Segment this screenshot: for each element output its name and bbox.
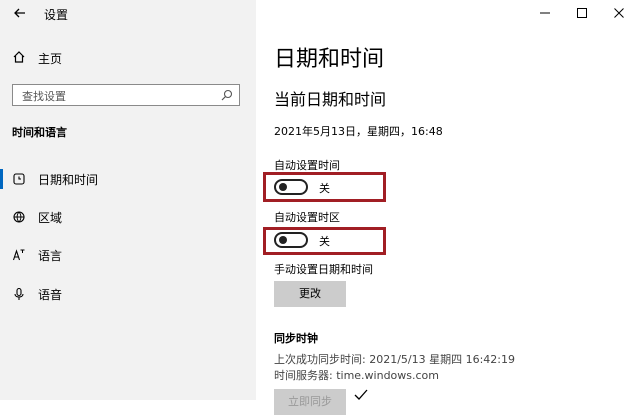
change-button[interactable]: 更改 [274,281,346,307]
back-button[interactable] [11,4,29,22]
sidebar-item-region[interactable]: 区域 [0,204,256,230]
page-title: 日期和时间 [274,47,385,72]
auto-timezone-toggle[interactable] [274,232,308,248]
maximize-icon[interactable] [574,5,590,21]
active-indicator [0,169,3,189]
auto-timezone-toggle-row: 关 [274,230,384,250]
sidebar-item-label: 语言 [38,249,63,263]
search-placeholder: 查找设置 [22,90,66,103]
sidebar-item-language[interactable]: 语言 [0,242,256,268]
last-sync-text: 上次成功同步时间: 2021/5/13 星期四 16:42:19 [274,353,516,366]
auto-time-toggle[interactable] [274,179,308,195]
sidebar-section-title: 时间和语言 [12,126,67,139]
clock-icon [13,173,25,185]
auto-time-toggle-row: 关 [274,177,384,197]
sidebar-item-label: 日期和时间 [38,173,99,187]
toggle-knob [279,236,287,244]
auto-timezone-state: 关 [319,235,330,248]
minimize-icon[interactable] [537,5,553,21]
microphone-icon [14,287,24,300]
search-input[interactable]: 查找设置 [12,84,240,106]
sidebar-item-label: 语音 [38,288,63,302]
sidebar-item-speech[interactable]: 语音 [0,281,256,307]
auto-time-state: 关 [319,182,330,195]
auto-timezone-label: 自动设置时区 [274,211,340,224]
sidebar-item-date-time[interactable]: 日期和时间 [0,166,256,192]
auto-time-label: 自动设置时间 [274,159,340,172]
section-title: 当前日期和时间 [274,90,387,109]
search-icon[interactable] [221,89,233,101]
sync-now-button[interactable]: 立即同步 [274,389,346,415]
time-server-text: 时间服务器: time.windows.com [274,369,440,382]
checkmark-icon [354,389,368,400]
home-label: 主页 [38,52,63,66]
sidebar-item-label: 区域 [38,211,63,225]
sync-title: 同步时钟 [274,332,318,345]
current-datetime: 2021年5月13日，星期四，16:48 [274,125,443,138]
home-icon [13,51,25,63]
sidebar: 设置 主页 查找设置 时间和语言 日期和时间 区域 语言 语音 [0,0,256,400]
globe-icon [13,211,25,223]
app-title: 设置 [44,8,69,22]
main-panel: 日期和时间 当前日期和时间 2021年5月13日，星期四，16:48 自动设置时… [256,0,638,415]
home-nav-item[interactable]: 主页 [0,47,256,69]
back-arrow-icon [14,8,25,18]
manual-datetime-label: 手动设置日期和时间 [274,263,373,276]
toggle-knob [279,183,287,191]
close-icon[interactable] [611,5,627,21]
language-icon [12,249,25,261]
